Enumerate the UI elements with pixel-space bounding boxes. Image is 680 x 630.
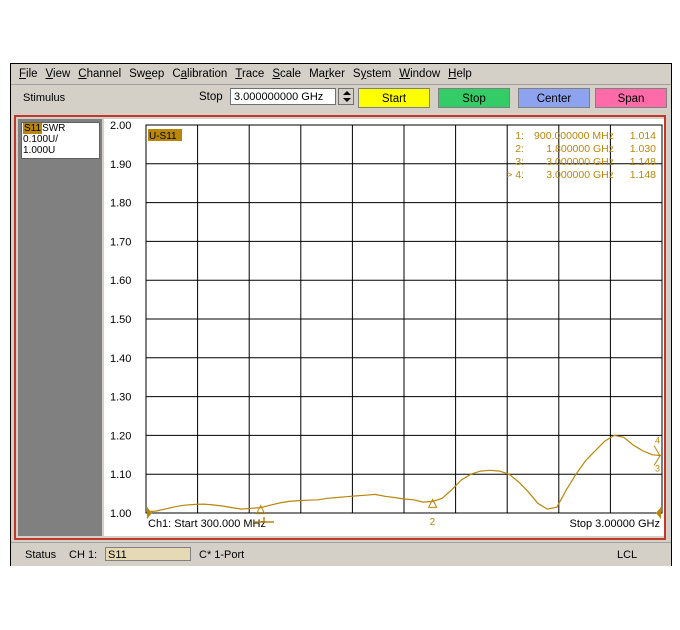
status-label: Status	[25, 549, 57, 561]
marker-value: 1.148	[630, 156, 656, 168]
y-tick-label: 1.90	[110, 159, 131, 171]
trace-info-box[interactable]: S11SWR 0.100U/ 1.000U	[21, 122, 100, 159]
swr-chart[interactable]: 2.00 1.90 1.80 1.70 1.60 1.50 1.40 1.30 1.20 1.10…	[104, 119, 664, 536]
menu-file[interactable]: File	[19, 68, 38, 80]
y-tick-label: 2.00	[110, 120, 131, 132]
port-label: C* 1-Port	[199, 549, 245, 561]
chart-area[interactable]: 2.00 1.90 1.80 1.70 1.60 1.50 1.40 1.30 1.20 1.10…	[104, 119, 664, 536]
marker-value: 1.030	[630, 143, 656, 155]
y-tick-label: 1.20	[110, 430, 131, 442]
start-frequency-label: Ch1: Start 300.000 MHz	[148, 518, 266, 530]
y-tick-label: 1.60	[110, 275, 131, 287]
stop-field-label: Stop	[199, 91, 223, 103]
y-tick-label: 1.00	[110, 508, 131, 520]
trace-panel: S11SWR 0.100U/ 1.000U	[18, 119, 102, 536]
menu-view[interactable]: View	[46, 68, 71, 80]
marker-id: 2:	[515, 143, 524, 155]
marker-id: 1:	[515, 130, 524, 142]
trace-label: U-S11	[149, 131, 177, 142]
start-button[interactable]: Start	[358, 88, 430, 108]
spin-down-icon[interactable]	[343, 98, 351, 102]
channel-window: S11SWR 0.100U/ 1.000U 2.00 1.90 1.80 1.70 1.…	[14, 115, 666, 540]
y-tick-label: 1.50	[110, 314, 131, 326]
menu-bar: File View Channel Sweep Calibration Trace Scal…	[11, 64, 671, 85]
measurement-param[interactable]: S11	[105, 547, 191, 561]
marker-id: 3:	[515, 156, 524, 168]
marker-3-label: 3	[655, 464, 660, 474]
marker-frequency: 3.000000 GHz	[546, 169, 614, 181]
y-tick-label: 1.10	[110, 469, 131, 481]
trace-format: SWR	[42, 123, 66, 134]
stimulus-toolbar: Stimulus Stop 3.000000000 GHz Start Stop…	[11, 85, 671, 110]
menu-channel[interactable]: Channel	[78, 68, 121, 80]
y-tick-label: 1.70	[110, 236, 131, 248]
marker-2-label: 2	[430, 517, 436, 528]
marker-id: > 4:	[506, 169, 524, 181]
center-button[interactable]: Center	[518, 88, 590, 108]
stop-frequency-label: Stop 3.00000 GHz	[569, 518, 660, 530]
y-tick-label: 1.30	[110, 392, 131, 404]
analyzer-window: File View Channel Sweep Calibration Trace Scal…	[10, 63, 672, 566]
marker-value: 1.148	[630, 169, 656, 181]
y-tick-label: 1.40	[110, 353, 131, 365]
status-bar: Status CH 1: S11 C* 1-Port LCL	[11, 542, 671, 566]
marker-frequency: 900.000000 MHz	[534, 130, 614, 142]
menu-trace[interactable]: Trace	[235, 68, 264, 80]
trace-reference: 1.000U	[23, 145, 56, 156]
y-tick-label: 1.80	[110, 198, 131, 210]
menu-system[interactable]: System	[353, 68, 391, 80]
marker-4-label: 4	[655, 436, 660, 446]
stop-button[interactable]: Stop	[438, 88, 510, 108]
menu-calibration[interactable]: Calibration	[172, 68, 227, 80]
marker-frequency: 1.800000 GHz	[546, 143, 614, 155]
stimulus-label: Stimulus	[23, 92, 66, 104]
menu-marker[interactable]: Marker	[309, 68, 345, 80]
trace-badge: S11	[23, 123, 43, 134]
spin-up-icon[interactable]	[343, 91, 351, 95]
channel-label: CH 1:	[69, 549, 98, 561]
menu-sweep[interactable]: Sweep	[129, 68, 164, 80]
menu-window[interactable]: Window	[399, 68, 440, 80]
span-button[interactable]: Span	[595, 88, 667, 108]
lcl-label: LCL	[617, 549, 638, 561]
marker-frequency: 3.000000 GHz	[546, 156, 614, 168]
stop-frequency-spinner[interactable]	[338, 88, 354, 105]
menu-help[interactable]: Help	[448, 68, 472, 80]
stop-frequency-input[interactable]: 3.000000000 GHz	[230, 88, 336, 105]
menu-scale[interactable]: Scale	[272, 68, 301, 80]
trace-scale: 0.100U/	[23, 134, 59, 145]
marker-value: 1.014	[630, 130, 656, 142]
